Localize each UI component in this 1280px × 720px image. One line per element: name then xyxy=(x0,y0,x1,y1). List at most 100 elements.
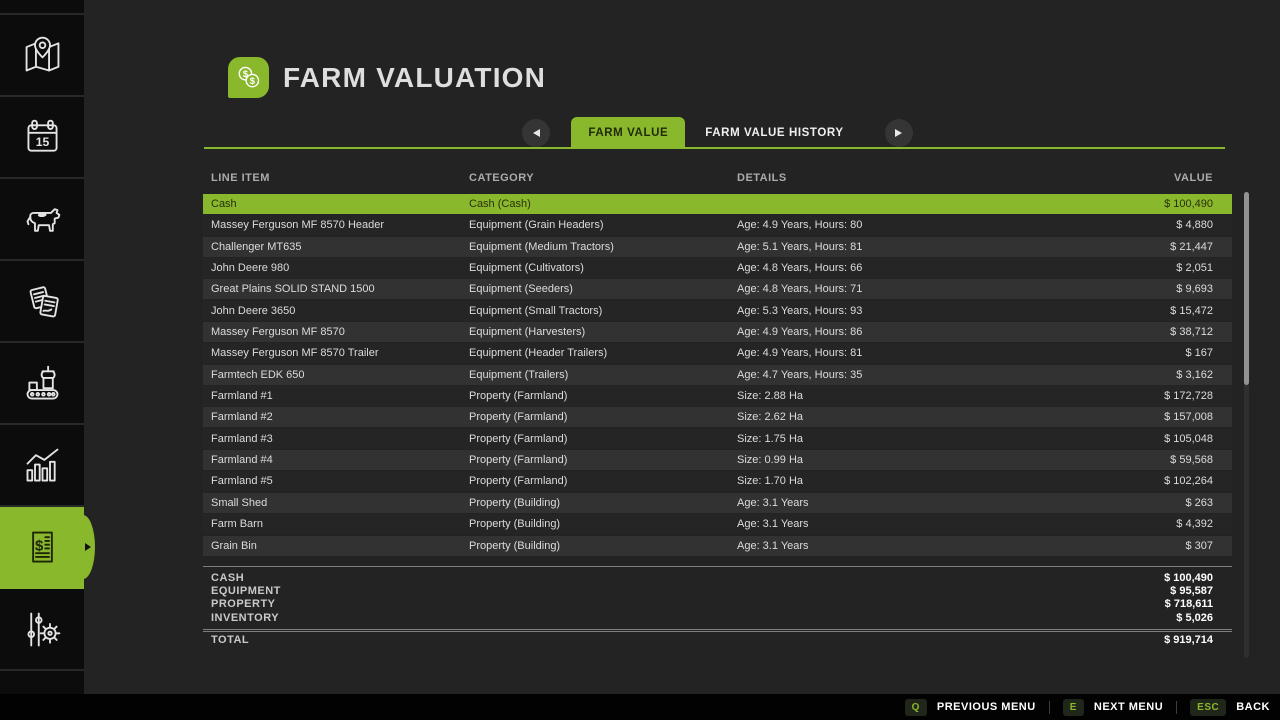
tab-farm-value[interactable]: FARM VALUE xyxy=(571,117,685,149)
table-row[interactable]: Farmland #1Property (Farmland)Size: 2.88… xyxy=(203,386,1232,406)
cell-line-item: Farmland #5 xyxy=(203,475,461,487)
sidebar-item-calendar[interactable]: 15 xyxy=(0,97,84,179)
tab-farm-value-history[interactable]: FARM VALUE HISTORY xyxy=(685,117,863,149)
summary-value: $ 95,587 xyxy=(1062,585,1232,597)
key-hint-label: PREVIOUS MENU xyxy=(937,701,1036,713)
cell-category: Property (Building) xyxy=(461,497,729,509)
table-row[interactable]: Farmland #5Property (Farmland)Size: 1.70… xyxy=(203,471,1232,491)
page-title: FARM VALUATION xyxy=(283,62,546,94)
sidebar-item-map[interactable] xyxy=(0,15,84,97)
summary-row: INVENTORY$ 5,026 xyxy=(203,611,1232,624)
sidebar-bottom-stub xyxy=(0,671,84,690)
sidebar-item-statistics[interactable] xyxy=(0,425,84,507)
cell-value: $ 102,264 xyxy=(1062,475,1232,487)
cell-category: Equipment (Harvesters) xyxy=(461,326,729,338)
table-row[interactable]: Grain BinProperty (Building)Age: 3.1 Yea… xyxy=(203,536,1232,556)
table-row[interactable]: Challenger MT635Equipment (Medium Tracto… xyxy=(203,237,1232,257)
cell-details: Size: 1.70 Ha xyxy=(729,475,1062,487)
cell-line-item: Small Shed xyxy=(203,497,461,509)
summary-value: $ 100,490 xyxy=(1062,572,1232,584)
cell-value: $ 21,447 xyxy=(1062,241,1232,253)
cell-line-item: Massey Ferguson MF 8570 Header xyxy=(203,219,461,231)
total-row: TOTAL $ 919,714 xyxy=(203,632,1232,649)
chevron-left-icon xyxy=(533,129,540,137)
cell-line-item: Massey Ferguson MF 8570 xyxy=(203,326,461,338)
tab-bar: FARM VALUEFARM VALUE HISTORY xyxy=(203,117,1232,149)
cell-value: $ 3,162 xyxy=(1062,369,1232,381)
svg-text:$: $ xyxy=(250,76,256,86)
cell-details: Size: 0.99 Ha xyxy=(729,454,1062,466)
table-row[interactable]: John Deere 3650Equipment (Small Tractors… xyxy=(203,301,1232,321)
settings-icon xyxy=(20,607,65,652)
footer-bar: QPREVIOUS MENUENEXT MENUESCBACK xyxy=(0,694,1280,720)
contracts-icon xyxy=(20,279,65,324)
table-row[interactable]: John Deere 980Equipment (Cultivators)Age… xyxy=(203,258,1232,278)
cell-value: $ 4,880 xyxy=(1062,219,1232,231)
table-row[interactable]: Massey Ferguson MF 8570 HeaderEquipment … xyxy=(203,215,1232,235)
cell-category: Equipment (Seeders) xyxy=(461,283,729,295)
cell-category: Equipment (Trailers) xyxy=(461,369,729,381)
summary-value: $ 718,611 xyxy=(1062,598,1232,610)
sidebar-item-animals[interactable] xyxy=(0,179,84,261)
table-row[interactable]: Small ShedProperty (Building)Age: 3.1 Ye… xyxy=(203,493,1232,513)
cell-value: $ 59,568 xyxy=(1062,454,1232,466)
chevron-right-icon xyxy=(895,129,902,137)
cell-category: Property (Farmland) xyxy=(461,390,729,402)
statistics-icon xyxy=(20,443,65,488)
keycap-q[interactable]: Q xyxy=(905,699,927,716)
table-scrollbar[interactable] xyxy=(1244,192,1249,658)
cell-value: $ 2,051 xyxy=(1062,262,1232,274)
tab-next-button[interactable] xyxy=(885,119,913,147)
cell-line-item: Great Plains SOLID STAND 1500 xyxy=(203,283,461,295)
summary-row: PROPERTY$ 718,611 xyxy=(203,598,1232,611)
svg-text:$: $ xyxy=(35,537,44,554)
sidebar-item-production[interactable] xyxy=(0,343,84,425)
cell-value: $ 172,728 xyxy=(1062,390,1232,402)
tab-prev-button[interactable] xyxy=(522,119,550,147)
sidebar-top-stub xyxy=(0,0,84,15)
summary-label: INVENTORY xyxy=(203,612,1062,624)
summary-label: EQUIPMENT xyxy=(203,585,1062,597)
keycap-esc[interactable]: ESC xyxy=(1190,699,1226,716)
table-row[interactable]: Massey Ferguson MF 8570 TrailerEquipment… xyxy=(203,343,1232,363)
col-details-header: DETAILS xyxy=(729,172,1062,184)
table-row[interactable]: CashCash (Cash)$ 100,490 xyxy=(203,194,1232,214)
table-row[interactable]: Great Plains SOLID STAND 1500Equipment (… xyxy=(203,279,1232,299)
table-row[interactable]: Farmland #3Property (Farmland)Size: 1.75… xyxy=(203,429,1232,449)
sidebar-item-finances[interactable]: $ xyxy=(0,507,84,589)
cell-line-item: Farmtech EDK 650 xyxy=(203,369,461,381)
hint-separator xyxy=(1049,701,1050,714)
cell-line-item: John Deere 980 xyxy=(203,262,461,274)
table-row[interactable]: Farmland #2Property (Farmland)Size: 2.62… xyxy=(203,407,1232,427)
key-hint-q: Q PREVIOUS MENU xyxy=(905,699,1036,716)
map-icon xyxy=(20,33,65,78)
key-hint-label: NEXT MENU xyxy=(1094,701,1163,713)
table-row[interactable]: Farmland #4Property (Farmland)Size: 0.99… xyxy=(203,450,1232,470)
sidebar-item-contracts[interactable] xyxy=(0,261,84,343)
table-header: LINE ITEM CATEGORY DETAILS VALUE xyxy=(203,169,1232,187)
table-row[interactable]: Farm BarnProperty (Building)Age: 3.1 Yea… xyxy=(203,514,1232,534)
cell-category: Property (Building) xyxy=(461,518,729,530)
sidebar-item-settings[interactable] xyxy=(0,589,84,671)
cell-details: Age: 4.9 Years, Hours: 86 xyxy=(729,326,1062,338)
table-row[interactable]: Farmtech EDK 650Equipment (Trailers)Age:… xyxy=(203,365,1232,385)
table-row[interactable]: Massey Ferguson MF 8570Equipment (Harves… xyxy=(203,322,1232,342)
cell-line-item: John Deere 3650 xyxy=(203,305,461,317)
cell-details: Age: 4.9 Years, Hours: 81 xyxy=(729,347,1062,359)
summary-label: PROPERTY xyxy=(203,598,1062,610)
total-value: $ 919,714 xyxy=(1062,634,1232,646)
cell-category: Equipment (Medium Tractors) xyxy=(461,241,729,253)
keycap-e[interactable]: E xyxy=(1063,699,1084,716)
cell-value: $ 9,693 xyxy=(1062,283,1232,295)
finances-icon: $ xyxy=(20,525,65,570)
summary-value: $ 5,026 xyxy=(1062,612,1232,624)
cell-value: $ 307 xyxy=(1062,540,1232,552)
cell-line-item: Farm Barn xyxy=(203,518,461,530)
cell-details: Age: 5.1 Years, Hours: 81 xyxy=(729,241,1062,253)
scrollbar-thumb[interactable] xyxy=(1244,192,1249,385)
cell-details: Age: 5.3 Years, Hours: 93 xyxy=(729,305,1062,317)
cell-value: $ 4,392 xyxy=(1062,518,1232,530)
cell-line-item: Cash xyxy=(203,198,461,210)
cell-value: $ 167 xyxy=(1062,347,1232,359)
cell-category: Cash (Cash) xyxy=(461,198,729,210)
